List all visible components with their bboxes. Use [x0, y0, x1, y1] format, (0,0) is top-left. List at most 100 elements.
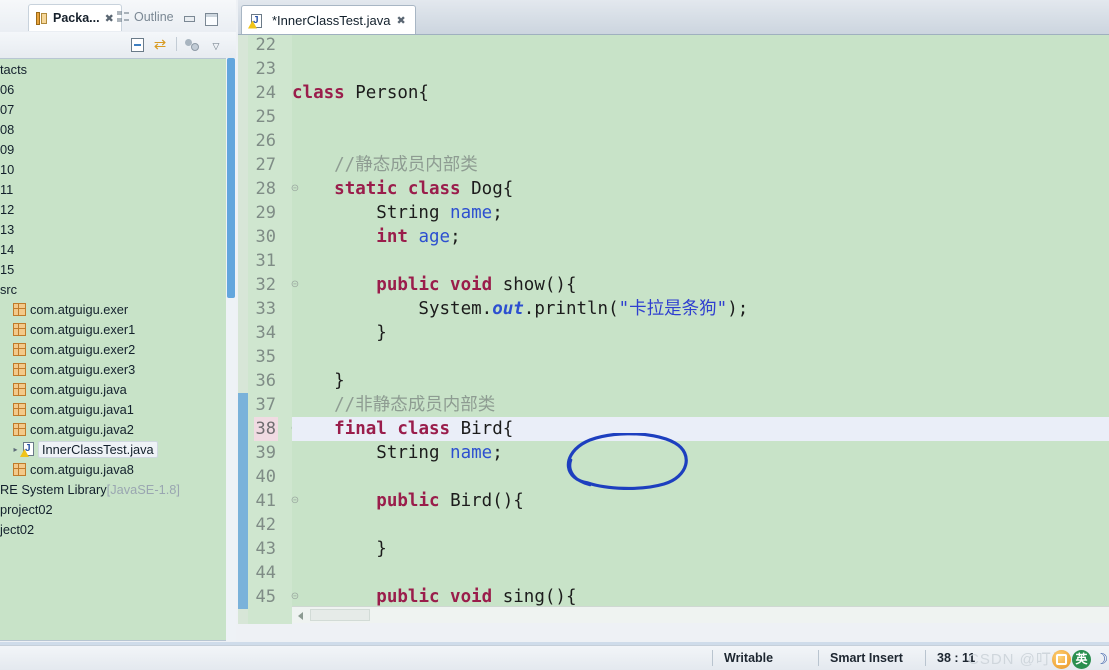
line-number: 29: [255, 203, 276, 223]
code-token: ;: [492, 443, 503, 463]
line-number: 35: [255, 347, 276, 367]
code-line[interactable]: //非静态成员内部类: [292, 393, 1109, 417]
package-explorer-scrollbar[interactable]: [226, 58, 236, 641]
tree-item[interactable]: com.atguigu.exer2: [0, 339, 231, 359]
scrollbar-thumb[interactable]: [310, 609, 370, 621]
code-line[interactable]: [292, 35, 1109, 57]
tree-item-label: com.atguigu.java: [30, 381, 127, 397]
package-icon: [13, 402, 26, 416]
status-insert-mode: Smart Insert: [830, 651, 903, 665]
line-number: 32: [255, 275, 276, 295]
code-line[interactable]: static class Dog{: [292, 177, 1109, 201]
code-line[interactable]: [292, 249, 1109, 273]
code-line[interactable]: }: [292, 369, 1109, 393]
code-line[interactable]: String name;: [292, 201, 1109, 225]
minimize-icon[interactable]: [182, 13, 197, 26]
tree-item-label: 11: [0, 181, 14, 197]
tree-item[interactable]: 06: [0, 79, 231, 99]
tree-item[interactable]: RE System Library [JavaSE-1.8]: [0, 479, 231, 499]
view-menu-icon[interactable]: ▽: [206, 36, 226, 54]
tab-package-explorer[interactable]: Packa... ✖: [28, 4, 122, 31]
tree-item[interactable]: ject02: [0, 519, 231, 539]
tree-item[interactable]: com.atguigu.java: [0, 379, 231, 399]
close-icon[interactable]: ✖: [397, 14, 406, 27]
code-token: class: [292, 83, 356, 103]
tab-package-explorer-label: Packa...: [53, 11, 100, 25]
change-marker-bar: [238, 35, 248, 624]
tree-item[interactable]: 09: [0, 139, 231, 159]
code-line[interactable]: //静态成员内部类: [292, 153, 1109, 177]
focus-icon[interactable]: [182, 36, 202, 54]
package-icon: [13, 342, 26, 356]
tree-item[interactable]: 07: [0, 99, 231, 119]
code-line[interactable]: [292, 465, 1109, 489]
tree-item[interactable]: 10: [0, 159, 231, 179]
code-line[interactable]: public void show(){: [292, 273, 1109, 297]
toolbar-divider: [176, 37, 177, 51]
line-number: 41: [255, 491, 276, 511]
ime-language-icon[interactable]: 英: [1072, 650, 1091, 669]
project-tree[interactable]: tacts 06 07 08 09 10 11 12 13 14 15 src com.atguigu.…: [0, 58, 232, 641]
ime-pen-icon[interactable]: [1052, 650, 1071, 669]
tree-item[interactable]: com.atguigu.java1: [0, 399, 231, 419]
tree-item[interactable]: com.atguigu.java2: [0, 419, 231, 439]
code-line[interactable]: System.out.println("卡拉是条狗");: [292, 297, 1109, 321]
tree-item[interactable]: 13: [0, 219, 231, 239]
ime-moon-icon[interactable]: ☽: [1092, 650, 1109, 669]
code-line[interactable]: int age;: [292, 225, 1109, 249]
tree-item-label: InnerClassTest.java: [38, 440, 158, 458]
expand-arrow-icon[interactable]: ▸: [10, 445, 21, 454]
tree-item-label: src: [0, 281, 18, 297]
code-line[interactable]: [292, 57, 1109, 81]
tree-item[interactable]: com.atguigu.java8: [0, 459, 231, 479]
code-token: Dog{: [471, 179, 514, 199]
code-line[interactable]: }: [292, 537, 1109, 561]
tab-outline[interactable]: Outline: [110, 4, 181, 30]
editor-body[interactable]: 22232425262728⊝29303132⊝333435363738⊝394…: [238, 34, 1109, 624]
code-line[interactable]: public Bird(){: [292, 489, 1109, 513]
tree-item[interactable]: com.atguigu.exer3: [0, 359, 231, 379]
code-line[interactable]: [292, 513, 1109, 537]
tree-item[interactable]: com.atguigu.exer1: [0, 319, 231, 339]
code-line[interactable]: [292, 129, 1109, 153]
code-token: int: [376, 227, 419, 247]
eclipse-window: Packa... ✖ Outline ⇄ ▽ tacts 06 07 08 09 10 11…: [0, 0, 1109, 670]
line-number: 25: [255, 107, 276, 127]
tree-item[interactable]: src: [0, 279, 231, 299]
tree-item-selected[interactable]: ▸ InnerClassTest.java: [0, 439, 231, 459]
tree-item[interactable]: 12: [0, 199, 231, 219]
tree-item[interactable]: com.atguigu.exer: [0, 299, 231, 319]
maximize-icon[interactable]: [204, 13, 219, 26]
tree-item[interactable]: 08: [0, 119, 231, 139]
collapse-all-icon[interactable]: [128, 36, 148, 54]
package-icon: [13, 462, 26, 476]
tab-innerclasstest-java[interactable]: *InnerClassTest.java ✖: [241, 5, 416, 35]
tree-item[interactable]: tacts: [0, 59, 231, 79]
tree-item[interactable]: project02: [0, 499, 231, 519]
package-explorer-panel: Packa... ✖ Outline ⇄ ▽ tacts 06 07 08 09 10 11…: [0, 0, 236, 645]
code-line[interactable]: [292, 345, 1109, 369]
code-line[interactable]: String name;: [292, 441, 1109, 465]
code-line[interactable]: [292, 105, 1109, 129]
line-number: 24: [255, 83, 276, 103]
tree-item[interactable]: 11: [0, 179, 231, 199]
code-line[interactable]: [292, 561, 1109, 585]
code-line[interactable]: final class Bird{: [292, 417, 1109, 441]
tree-item-label: com.atguigu.exer1: [30, 321, 136, 337]
code-text-area[interactable]: class Person{ //静态成员内部类 static class Dog…: [292, 35, 1109, 624]
line-number: 31: [255, 251, 276, 271]
editor-horizontal-scrollbar[interactable]: [292, 606, 1109, 623]
tree-item[interactable]: 14: [0, 239, 231, 259]
line-number-gutter[interactable]: 22232425262728⊝29303132⊝333435363738⊝394…: [248, 35, 299, 624]
code-line[interactable]: }: [292, 321, 1109, 345]
tree-item[interactable]: 15: [0, 259, 231, 279]
code-token: ;: [450, 227, 461, 247]
line-number: 43: [255, 539, 276, 559]
code-line[interactable]: class Person{: [292, 81, 1109, 105]
link-with-editor-icon[interactable]: ⇄: [150, 36, 170, 54]
code-token: public void: [376, 587, 503, 607]
